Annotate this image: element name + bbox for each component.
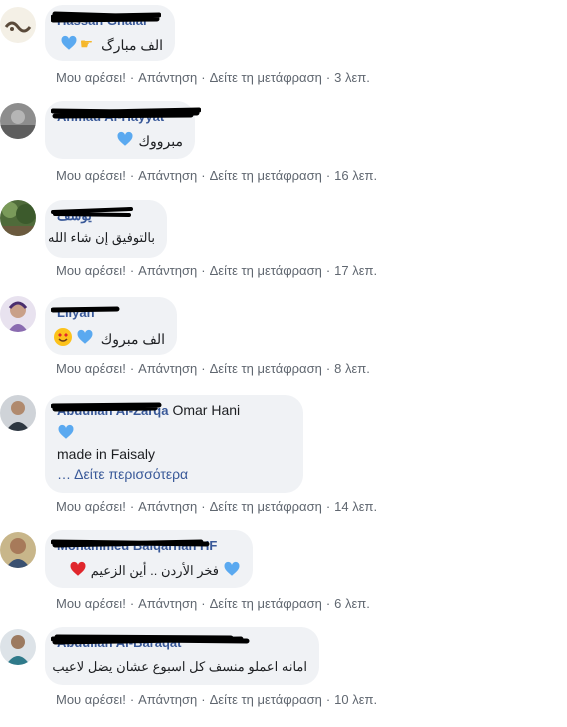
comment-text-row: فخر الأردن .. أين الزعيم — [57, 560, 241, 582]
avatar[interactable] — [0, 103, 36, 139]
like-button[interactable]: Μου αρέσει! — [56, 361, 126, 376]
like-button[interactable]: Μου αρέσει! — [56, 499, 126, 514]
reply-button[interactable]: Απάντηση — [138, 168, 197, 183]
comment-bubble: Ahmad Al-Hayyat مبرووك — [45, 101, 201, 159]
comment-author[interactable]: Ahmad Al-Hayyat — [51, 107, 201, 125]
comment-actions: Μου αρέσει! · Απάντηση · Δείτε τη μετάφραση ·… — [56, 70, 370, 86]
comment-text: فخر الأردن .. أين الزعيم — [90, 563, 219, 578]
reply-button[interactable]: Απάντηση — [138, 70, 197, 85]
comment-actions: Μου αρέσει! · Απάντηση · Δείτε τη μετάφραση ·… — [56, 499, 377, 515]
comment-bubble: Mohammed Balqarnah HF فخر الأردن .. أين … — [45, 530, 253, 588]
separator: · — [201, 361, 206, 376]
comment-author[interactable]: يوسف — [51, 207, 133, 224]
translate-button[interactable]: Δείτε τη μετάφραση — [210, 596, 322, 611]
timestamp[interactable]: 10 λεπ. — [334, 692, 377, 707]
comment-text-row: الف مبروك — [53, 327, 165, 351]
separator: · — [325, 692, 331, 707]
separator: · — [129, 499, 135, 514]
timestamp[interactable]: 14 λεπ. — [334, 499, 377, 514]
comment-text: مبرووك — [138, 133, 183, 149]
comment-actions: Μου αρέσει! · Απάντηση · Δείτε τη μετάφραση ·… — [56, 596, 370, 612]
separator: · — [129, 263, 135, 278]
timestamp[interactable]: 6 λεπ. — [334, 596, 370, 611]
comment-text: بالتوفيق إن شاء الله — [48, 230, 155, 245]
translate-button[interactable]: Δείτε τη μετάφραση — [210, 499, 322, 514]
avatar[interactable] — [0, 296, 36, 332]
comment-text: امانه اعملو منسف كل اسبوع عشان يضل لاعيب — [52, 659, 307, 674]
like-button[interactable]: Μου αρέσει! — [56, 596, 126, 611]
comment-author[interactable]: Mohammed Balqarnah HF — [51, 538, 217, 554]
separator: · — [325, 168, 331, 183]
comment-text: الف مبروك — [100, 331, 165, 347]
comment-text: الف مبارگ — [101, 37, 163, 53]
blue-heart-icon — [57, 423, 75, 446]
separator: · — [201, 692, 206, 707]
timestamp[interactable]: 8 λεπ. — [334, 361, 370, 376]
translate-button[interactable]: Δείτε τη μετάφραση — [210, 361, 322, 376]
blue-heart-icon — [60, 34, 78, 56]
comment-text-row: مبرووك — [57, 130, 183, 152]
separator: · — [201, 263, 206, 278]
timestamp[interactable]: 3 λεπ. — [334, 70, 370, 85]
comment-actions: Μου αρέσει! · Απάντηση · Δείτε τη μετάφραση ·… — [56, 692, 377, 708]
avatar[interactable] — [0, 395, 36, 431]
separator: · — [325, 596, 331, 611]
comment-author[interactable]: Abdullah Al-Zarqa Omar Hani — [51, 402, 240, 419]
comment-bubble: Abdullah Al-Zarqa Omar Hani made in Faisa… — [45, 395, 303, 493]
avatar[interactable] — [0, 629, 36, 665]
comment-emoji-row — [57, 423, 291, 443]
like-button[interactable]: Μου αρέσει! — [56, 692, 126, 707]
separator: · — [201, 70, 206, 85]
comment-author[interactable]: Hassan Ghalal — [51, 11, 161, 29]
translate-button[interactable]: Δείτε τη μετάφραση — [210, 168, 322, 183]
blue-heart-icon — [223, 560, 241, 582]
separator: · — [201, 499, 206, 514]
like-button[interactable]: Μου αρέσει! — [56, 70, 126, 85]
reply-button[interactable]: Απάντηση — [138, 499, 197, 514]
blue-heart-icon — [116, 130, 134, 152]
comment-text-row: ☛ الف مبارگ — [57, 34, 163, 56]
separator: · — [129, 361, 135, 376]
avatar[interactable] — [0, 200, 36, 236]
red-heart-icon — [69, 560, 87, 582]
timestamp[interactable]: 17 λεπ. — [334, 263, 377, 278]
separator: · — [201, 168, 206, 183]
comment-actions: Μου αρέσει! · Απάντηση · Δείτε τη μετάφραση ·… — [56, 361, 370, 377]
avatar[interactable] — [0, 532, 36, 568]
translate-button[interactable]: Δείτε τη μετάφραση — [210, 692, 322, 707]
translate-button[interactable]: Δείτε τη μετάφραση — [210, 70, 322, 85]
comment-bubble: Abdullah Al-Baraqat امانه اعملو منسف كل … — [45, 627, 319, 685]
timestamp[interactable]: 16 λεπ. — [334, 168, 377, 183]
comment-author[interactable]: Lilyan — [51, 305, 120, 321]
reply-button[interactable]: Απάντηση — [138, 263, 197, 278]
reply-button[interactable]: Απάντηση — [138, 692, 197, 707]
separator: · — [201, 596, 206, 611]
separator: · — [129, 692, 135, 707]
translate-button[interactable]: Δείτε τη μετάφραση — [210, 263, 322, 278]
blue-heart-icon — [76, 328, 94, 350]
comment-bubble: يوسف بالتوفيق إن شاء الله — [45, 200, 167, 258]
separator: · — [129, 70, 135, 85]
heart-eyes-icon — [53, 327, 73, 351]
avatar[interactable] — [0, 7, 36, 43]
comment-author[interactable]: Abdullah Al-Baraqat — [51, 634, 250, 651]
separator: · — [325, 263, 331, 278]
like-button[interactable]: Μου αρέσει! — [56, 263, 126, 278]
reply-button[interactable]: Απάντηση — [138, 361, 197, 376]
comment-text: made in Faisaly — [57, 446, 156, 462]
comment-actions: Μου αρέσει! · Απάντηση · Δείτε τη μετάφραση ·… — [56, 263, 377, 279]
see-more-link[interactable]: … Δείτε περισσότερα — [57, 465, 291, 483]
pointing-hand-icon: ☛ — [79, 36, 94, 53]
comment-bubble: Hassan Ghalal ☛ الف مبارگ — [45, 5, 175, 61]
separator: · — [325, 70, 331, 85]
separator: · — [129, 168, 135, 183]
comment-bubble: Lilyan الف مبروك — [45, 297, 177, 355]
separator: · — [325, 361, 331, 376]
reply-button[interactable]: Απάντηση — [138, 596, 197, 611]
separator: · — [129, 596, 135, 611]
tagged-user[interactable]: Omar Hani — [172, 402, 240, 418]
comment-actions: Μου αρέσει! · Απάντηση · Δείτε τη μετάφραση ·… — [56, 168, 377, 184]
like-button[interactable]: Μου αρέσει! — [56, 168, 126, 183]
separator: · — [325, 499, 331, 514]
